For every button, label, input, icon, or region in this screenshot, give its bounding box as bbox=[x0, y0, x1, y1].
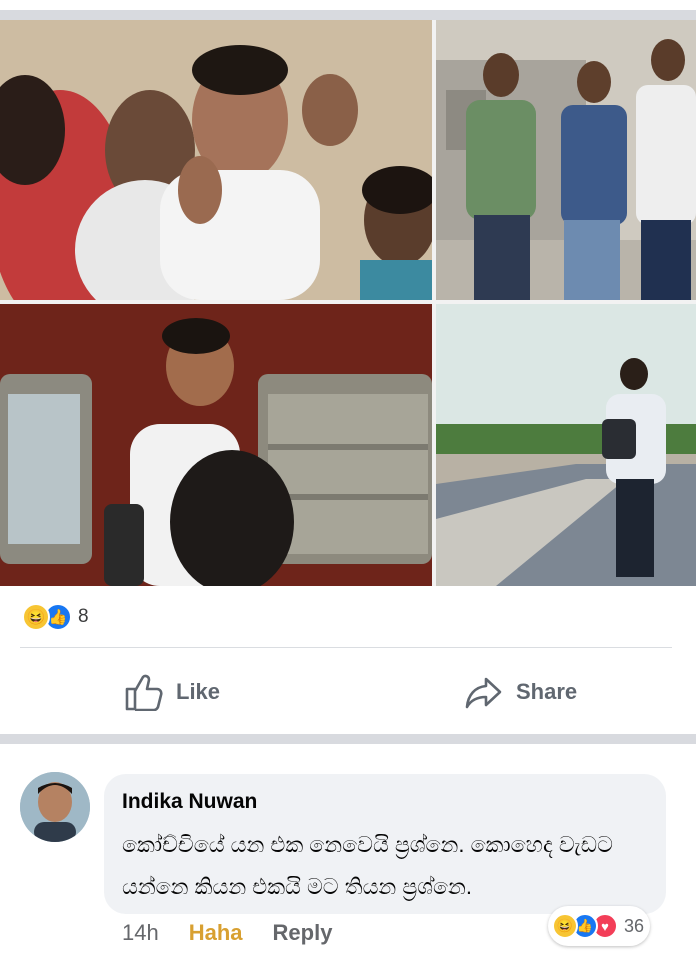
comment-reaction-count: 36 bbox=[624, 915, 645, 936]
like-button[interactable]: Like bbox=[124, 660, 220, 724]
like-label: Like bbox=[176, 679, 221, 704]
avatar[interactable] bbox=[20, 772, 90, 842]
comment-reactions[interactable]: 😆 👍 ♥ 36 bbox=[548, 906, 651, 946]
feed-separator bbox=[0, 734, 696, 744]
share-label: Share bbox=[516, 679, 578, 704]
post-reactions[interactable]: 😆 👍 8 bbox=[22, 600, 89, 634]
comment-time[interactable]: 14h bbox=[122, 920, 159, 946]
comment-author[interactable]: Indika Nuwan bbox=[122, 790, 257, 814]
feed-separator-top bbox=[0, 10, 696, 20]
photo-grid bbox=[0, 20, 696, 586]
reaction-count[interactable]: 8 bbox=[78, 606, 89, 628]
photo-walking-platform[interactable] bbox=[436, 304, 696, 586]
photo-platform-group[interactable] bbox=[436, 20, 696, 300]
share-arrow-icon bbox=[465, 677, 502, 709]
post-actions: Like Share bbox=[0, 660, 696, 724]
comment-haha-button[interactable]: Haha bbox=[189, 920, 243, 946]
photo-crowd-greeting[interactable] bbox=[0, 20, 432, 300]
haha-icon: 😆 bbox=[552, 913, 578, 939]
share-button[interactable]: Share bbox=[464, 660, 577, 724]
haha-icon: 😆 bbox=[22, 603, 50, 631]
action-divider bbox=[20, 647, 672, 648]
comment-bubble: Indika Nuwan කෝච්චියේ යන එක නෙවෙයි ප්‍රශ… bbox=[104, 774, 666, 914]
photo-train-window[interactable] bbox=[0, 304, 432, 586]
thumbs-up-icon bbox=[125, 674, 163, 711]
comment-reply-button[interactable]: Reply bbox=[273, 920, 333, 946]
comment-text: කෝච්චියේ යන එක නෙවෙයි ප්‍රශ්නෙ. කොහෙද වැ… bbox=[122, 832, 613, 899]
comment-meta: 14h Haha Reply bbox=[122, 920, 362, 946]
